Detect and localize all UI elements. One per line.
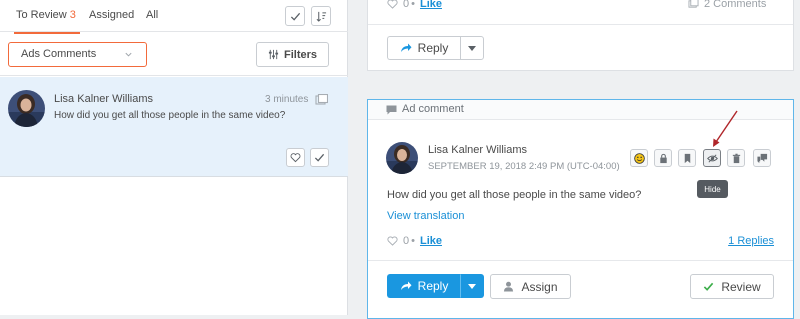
annotation-arrow-icon bbox=[713, 110, 738, 147]
